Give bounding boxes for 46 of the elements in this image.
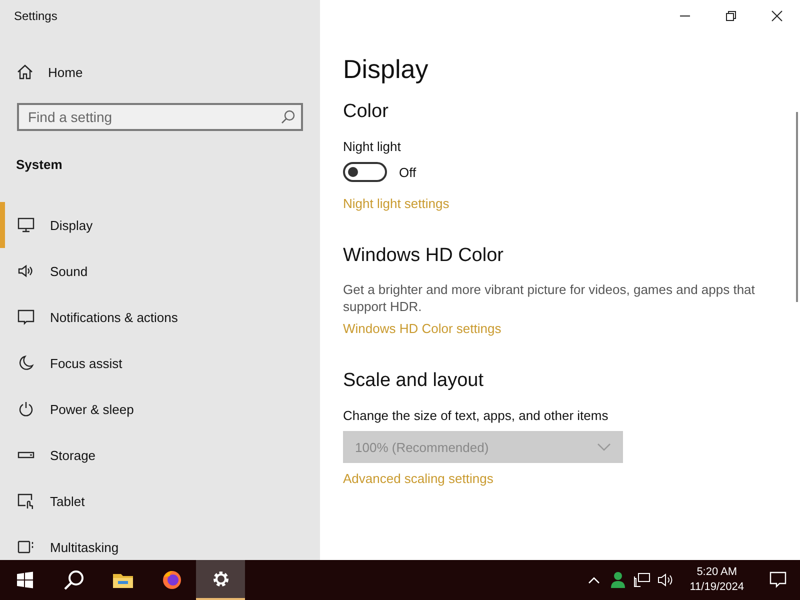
close-icon [771,10,783,22]
toggle-state: Off [399,164,416,180]
toggle-switch[interactable] [343,162,387,182]
tablet-icon [17,492,35,510]
page-heading: Display [343,54,430,85]
person-icon [610,571,626,589]
home-button[interactable]: Home [16,63,83,81]
network-icon [632,572,651,588]
speech-bubble-icon [17,308,35,326]
firefox-icon [160,569,182,591]
moon-icon [17,354,35,372]
search-icon [280,109,296,125]
search-field[interactable]: Find a setting [17,103,303,131]
nav-item[interactable]: Multitasking [0,524,320,560]
chevron-down-icon [597,443,611,451]
restore-icon [725,10,737,22]
speech-bubble-icon [769,571,787,589]
nav-item[interactable]: Focus assist [0,340,320,386]
dropdown-label: Change the size of text, apps, and other items [343,408,610,423]
power-icon [17,400,35,418]
section-heading: Color [343,101,390,123]
window-title: Settings [14,9,58,23]
clock-button[interactable]: 5:20 AM 11/19/2024 [684,560,750,600]
nav-item[interactable]: Display [0,202,320,248]
nav-item[interactable]: Sound [0,248,320,294]
nav-item[interactable]: Storage [0,432,320,478]
chevron-up-icon [588,576,600,584]
scrollbar[interactable] [796,112,798,302]
search-icon [62,569,84,591]
toggle-label: Night light [343,139,402,154]
multitasking-icon [17,538,35,556]
taskbar-app[interactable] [196,560,245,600]
description-text: Get a brighter and more vibrant picture for videos, games and apps that support HDR. [343,281,756,315]
nav-item[interactable]: Notifications & actions [0,294,320,340]
clock-date: 11/19/2024 [690,580,744,595]
clock-time: 5:20 AM [696,565,738,580]
section-heading: Windows HD Color [343,245,504,267]
nav-item[interactable]: Tablet [0,478,320,524]
monitor-icon [17,216,35,234]
section-heading: System [16,157,62,172]
speaker-icon [17,262,35,280]
windows-logo-icon [16,571,34,589]
speaker-icon [656,572,675,588]
home-icon [16,63,34,81]
nav-item[interactable]: Power & sleep [0,386,320,432]
section-heading: Scale and layout [343,370,484,392]
